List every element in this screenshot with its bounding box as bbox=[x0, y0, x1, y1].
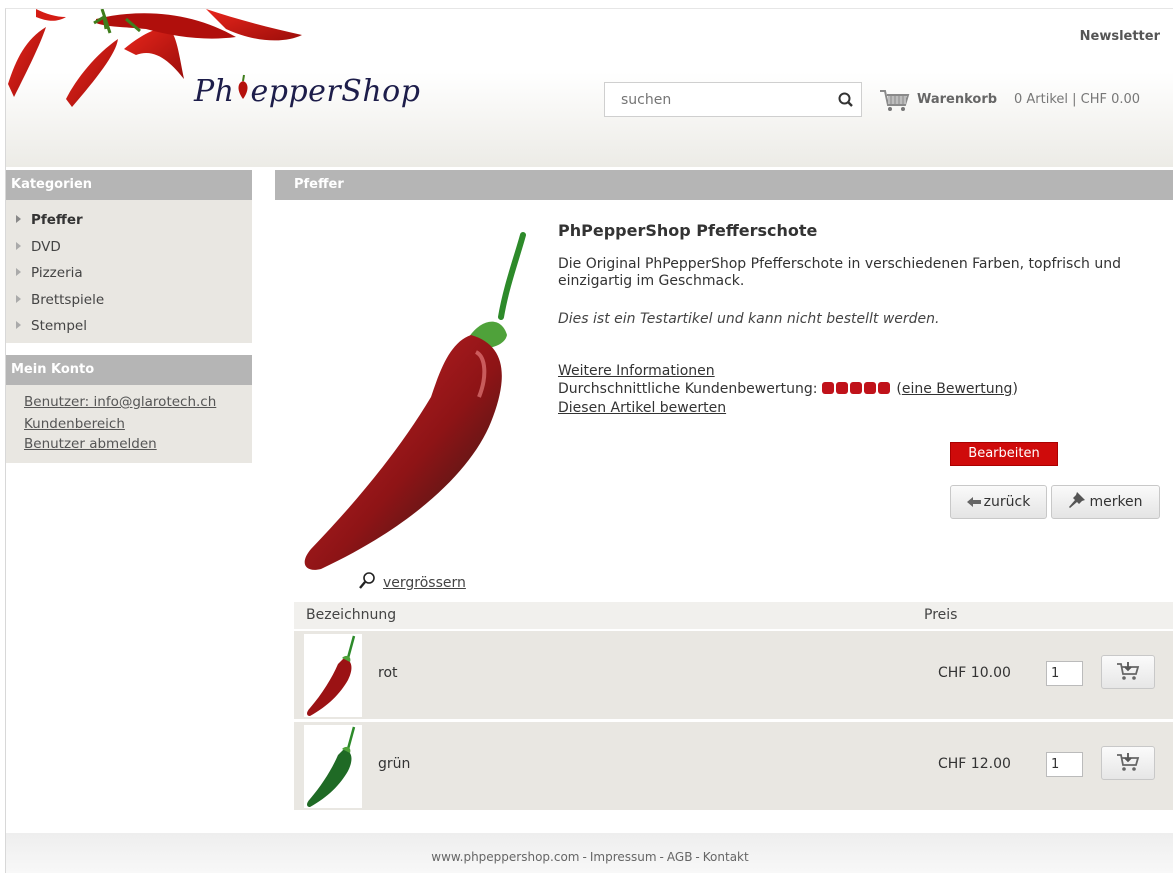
rating-count-link[interactable]: eine Bewertung bbox=[902, 381, 1013, 397]
categories-heading: Kategorien bbox=[6, 170, 252, 200]
variant-price: CHF 10.00 bbox=[938, 665, 1011, 681]
rating-indicator bbox=[821, 381, 892, 397]
table-row: grün CHF 12.00 bbox=[294, 722, 1173, 810]
triangle-right-icon bbox=[16, 321, 21, 329]
variant-name: rot bbox=[378, 665, 398, 681]
category-item-brettspiele[interactable]: Brettspiele bbox=[6, 289, 252, 316]
triangle-right-icon bbox=[16, 294, 21, 303]
category-item-stempel[interactable]: Stempel bbox=[6, 315, 252, 342]
search-box bbox=[604, 82, 862, 117]
category-item-pizzeria[interactable]: Pizzeria bbox=[6, 262, 252, 289]
rating-label: Durchschnittliche Kundenbewertung: bbox=[558, 381, 818, 397]
category-item-dvd[interactable]: DVD bbox=[6, 236, 252, 263]
cart-link[interactable]: Warenkorb bbox=[917, 92, 997, 107]
rate-article-link[interactable]: Diesen Artikel bewerten bbox=[558, 400, 726, 416]
average-rating: Durchschnittliche Kundenbewertung: (eine… bbox=[558, 381, 1018, 397]
footer-separator: - bbox=[659, 850, 664, 864]
category-list: Pfeffer DVD Pizzeria Brettspiele Stempel bbox=[6, 200, 252, 343]
category-label: DVD bbox=[31, 238, 61, 255]
edit-button[interactable]: Bearbeiten bbox=[950, 442, 1058, 466]
add-to-cart-icon bbox=[1117, 662, 1140, 680]
column-header-name: Bezeichnung bbox=[306, 607, 397, 623]
variant-name: grün bbox=[378, 756, 411, 772]
back-button[interactable]: zurück bbox=[950, 485, 1047, 519]
logout-link[interactable]: Benutzer abmelden bbox=[24, 435, 252, 453]
footer-separator: - bbox=[695, 850, 700, 864]
rating-dot-icon bbox=[863, 382, 876, 394]
variants-table-header: Bezeichnung Preis bbox=[294, 602, 1173, 629]
column-header-price: Preis bbox=[924, 607, 958, 623]
shop-logo[interactable]: Ph epperShop bbox=[194, 73, 420, 109]
rating-dot-icon bbox=[821, 382, 834, 394]
variant-thumbnail-green bbox=[304, 725, 362, 808]
newsletter-link[interactable]: Newsletter bbox=[1080, 29, 1160, 44]
arrow-left-icon bbox=[966, 488, 981, 520]
customer-area-link[interactable]: Kundenbereich bbox=[24, 415, 252, 433]
footer-separator: - bbox=[582, 850, 587, 864]
triangle-right-icon bbox=[16, 215, 21, 223]
page-frame: Ph epperShop Newsletter Warenkorb 0 Artik… bbox=[5, 8, 1173, 873]
magnifier-icon[interactable] bbox=[358, 571, 376, 591]
category-item-pfeffer[interactable]: Pfeffer bbox=[6, 209, 252, 236]
category-label: Stempel bbox=[31, 318, 87, 334]
variant-thumbnail-red bbox=[304, 634, 362, 717]
account-user-link[interactable]: Benutzer: info@glarotech.ch bbox=[24, 393, 252, 411]
table-row: rot CHF 10.00 bbox=[294, 631, 1173, 719]
footer-link-agb[interactable]: AGB bbox=[667, 850, 693, 864]
more-info-link[interactable]: Weitere Informationen bbox=[558, 363, 715, 379]
product-description: Die Original PhPepperShop Pfefferschote … bbox=[558, 256, 1122, 289]
category-label: Brettspiele bbox=[31, 291, 105, 308]
footer-link-impressum[interactable]: Impressum bbox=[590, 850, 657, 864]
account-panel: Benutzer: info@glarotech.ch Kundenbereic… bbox=[6, 385, 252, 463]
rating-dot-icon bbox=[877, 382, 890, 394]
section-title: Pfeffer bbox=[275, 170, 1173, 200]
add-to-cart-button[interactable] bbox=[1101, 746, 1155, 780]
quantity-input[interactable] bbox=[1046, 661, 1083, 686]
bookmark-label: merken bbox=[1089, 494, 1143, 510]
quantity-input[interactable] bbox=[1046, 752, 1083, 777]
add-to-cart-icon bbox=[1117, 753, 1140, 771]
triangle-right-icon bbox=[16, 268, 21, 276]
category-label: Pizzeria bbox=[31, 265, 83, 281]
logo-text-left: Ph bbox=[194, 74, 235, 109]
triangle-right-icon bbox=[16, 241, 21, 250]
bookmark-button[interactable]: merken bbox=[1051, 485, 1160, 519]
product-image[interactable] bbox=[291, 227, 553, 573]
logo-text-right: epperShop bbox=[250, 74, 421, 109]
pepper-logo-icon bbox=[235, 73, 251, 109]
footer-link-website[interactable]: www.phpeppershop.com bbox=[431, 850, 579, 864]
site-header: Ph epperShop Newsletter Warenkorb 0 Artik… bbox=[6, 9, 1173, 167]
pin-icon bbox=[1068, 488, 1086, 520]
rating-dot-icon bbox=[835, 382, 848, 394]
category-label: Pfeffer bbox=[31, 212, 83, 228]
back-label: zurück bbox=[983, 494, 1031, 510]
rating-dot-icon bbox=[849, 382, 862, 394]
footer-link-kontakt[interactable]: Kontakt bbox=[703, 850, 749, 864]
product-title: PhPepperShop Pfefferschote bbox=[558, 221, 818, 240]
site-footer: www.phpeppershop.com - Impressum - AGB - Konta… bbox=[6, 833, 1173, 873]
search-input[interactable] bbox=[605, 83, 825, 116]
variant-price: CHF 12.00 bbox=[938, 756, 1011, 772]
cart-summary: 0 Artikel | CHF 0.00 bbox=[1014, 92, 1141, 107]
enlarge-image-link[interactable]: vergrössern bbox=[383, 575, 466, 591]
product-note: Dies ist ein Testartikel und kann nicht … bbox=[558, 311, 940, 327]
account-heading: Mein Konto bbox=[6, 355, 252, 385]
shopping-cart-icon[interactable] bbox=[879, 88, 911, 114]
search-icon[interactable] bbox=[837, 91, 855, 109]
add-to-cart-button[interactable] bbox=[1101, 655, 1155, 689]
